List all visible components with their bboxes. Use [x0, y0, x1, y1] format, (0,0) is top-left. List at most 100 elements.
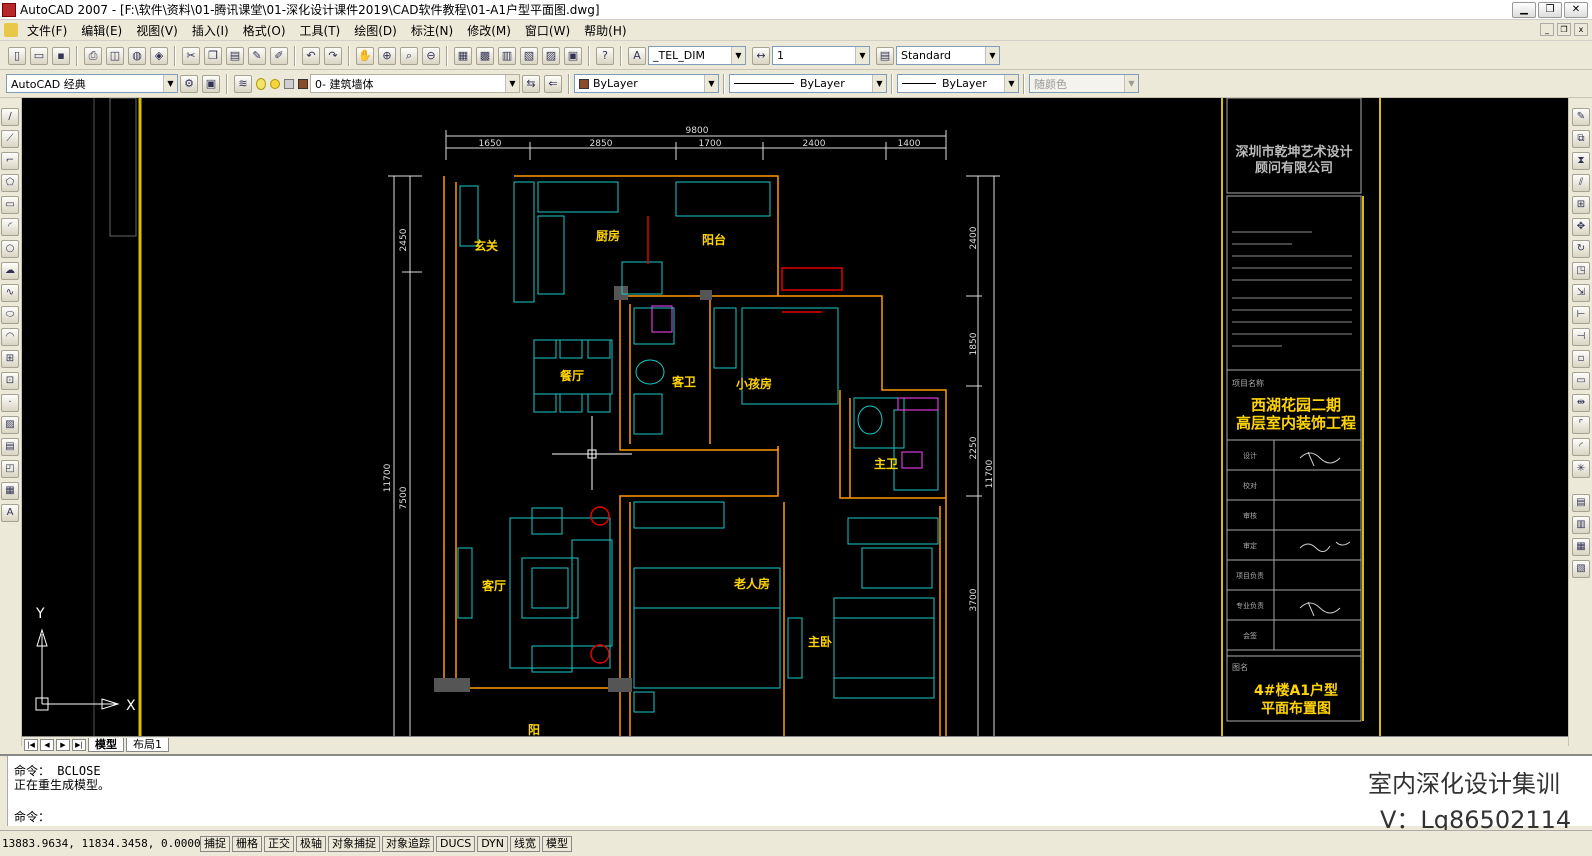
tool-palettes-icon[interactable]: ▥: [498, 46, 516, 65]
sheet-set-icon[interactable]: ▧: [520, 46, 538, 65]
zoom-previous-icon[interactable]: ⊖: [422, 46, 440, 65]
arc-icon[interactable]: ◜: [1, 218, 19, 236]
menu-draw[interactable]: 绘图(D): [347, 22, 404, 39]
menu-window[interactable]: 窗口(W): [518, 22, 577, 39]
menu-insert[interactable]: 插入(I): [185, 22, 236, 39]
stretch-icon[interactable]: ⇲: [1572, 284, 1590, 302]
undo-icon[interactable]: ↶: [302, 46, 320, 65]
maximize-button[interactable]: ❐: [1538, 2, 1562, 18]
rectangle-icon[interactable]: ▭: [1, 196, 19, 214]
polyline-icon[interactable]: ⌐: [1, 152, 19, 170]
revision-cloud-icon[interactable]: ☁: [1, 262, 19, 280]
color-select[interactable]: ByLayer ▼: [574, 74, 719, 93]
layer-lock-icon[interactable]: [284, 78, 294, 89]
save-icon[interactable]: ▪: [52, 46, 70, 65]
point-icon[interactable]: ·: [1, 394, 19, 412]
layer-previous-icon[interactable]: ⇐: [544, 74, 562, 93]
make-current-layer-icon[interactable]: ⇆: [522, 74, 540, 93]
print-icon[interactable]: ⎙: [84, 46, 102, 65]
draworder-icon[interactable]: ▤: [1572, 494, 1590, 512]
calculator-icon[interactable]: ▣: [564, 46, 582, 65]
extend-icon[interactable]: ⊣: [1572, 328, 1590, 346]
dim-scale-select[interactable]: 1 ▼: [772, 46, 870, 65]
trim-icon[interactable]: ⊢: [1572, 306, 1590, 324]
draworder-above-icon[interactable]: ▧: [1572, 560, 1590, 578]
tab-first-button[interactable]: |◀: [24, 738, 38, 751]
hatch-icon[interactable]: ▨: [1, 416, 19, 434]
insert-block-icon[interactable]: ⊞: [1, 350, 19, 368]
array-icon[interactable]: ⊞: [1572, 196, 1590, 214]
lineweight-select[interactable]: ByLayer ▼: [897, 74, 1019, 93]
ellipse-icon[interactable]: ⬭: [1, 306, 19, 324]
break-icon[interactable]: ▭: [1572, 372, 1590, 390]
print-preview-icon[interactable]: ◫: [106, 46, 124, 65]
zoom-realtime-icon[interactable]: ⊕: [378, 46, 396, 65]
document-icon[interactable]: [4, 23, 18, 37]
workspace-select[interactable]: AutoCAD 经典 ▼: [6, 74, 178, 93]
make-block-icon[interactable]: ⊡: [1, 372, 19, 390]
redo-icon[interactable]: ↷: [324, 46, 342, 65]
layer-manager-icon[interactable]: ≋: [234, 74, 252, 93]
dyn-toggle[interactable]: DYN: [477, 835, 509, 852]
text-style-select[interactable]: _TEL_DIM ▼: [648, 46, 746, 65]
paste-icon[interactable]: ▤: [226, 46, 244, 65]
copy-icon[interactable]: ❐: [204, 46, 222, 65]
draworder-front-icon[interactable]: ▥: [1572, 516, 1590, 534]
construction-line-icon[interactable]: ⟋: [1, 130, 19, 148]
copy-object-icon[interactable]: ⧉: [1572, 130, 1590, 148]
ellipse-arc-icon[interactable]: ◠: [1, 328, 19, 346]
dim-style-icon[interactable]: ↔: [752, 46, 770, 65]
move-icon[interactable]: ✥: [1572, 218, 1590, 236]
dim-style-select[interactable]: Standard ▼: [896, 46, 1000, 65]
open-file-icon[interactable]: ▭: [30, 46, 48, 65]
chamfer-icon[interactable]: ⌜: [1572, 416, 1590, 434]
region-icon[interactable]: ◰: [1, 460, 19, 478]
model-toggle[interactable]: 模型: [542, 835, 573, 852]
publish-icon[interactable]: ◍: [128, 46, 146, 65]
ortho-toggle[interactable]: 正交: [264, 835, 294, 852]
tab-layout1[interactable]: 布局1: [126, 737, 169, 752]
properties-icon[interactable]: ▦: [454, 46, 472, 65]
table-style-icon[interactable]: ▤: [876, 46, 894, 65]
polar-toggle[interactable]: 极轴: [296, 835, 326, 852]
design-center-icon[interactable]: ▩: [476, 46, 494, 65]
break-at-point-icon[interactable]: ▫: [1572, 350, 1590, 368]
fillet-icon[interactable]: ◜: [1572, 438, 1590, 456]
menu-tools[interactable]: 工具(T): [293, 22, 348, 39]
gradient-icon[interactable]: ▤: [1, 438, 19, 456]
layer-thaw-sun-icon[interactable]: [270, 78, 280, 89]
tab-last-button[interactable]: ▶|: [72, 738, 86, 751]
explode-icon[interactable]: ✳: [1572, 460, 1590, 478]
markup-icon[interactable]: ▨: [542, 46, 560, 65]
command-prompt[interactable]: 命令：: [14, 808, 50, 825]
command-window-handle[interactable]: [0, 756, 8, 826]
draworder-back-icon[interactable]: ▦: [1572, 538, 1590, 556]
text-style-icon[interactable]: A: [628, 46, 646, 65]
menu-dimension[interactable]: 标注(N): [404, 22, 460, 39]
osnap-toggle[interactable]: 对象捕捉: [328, 835, 380, 852]
mirror-icon[interactable]: ⧗: [1572, 152, 1590, 170]
tab-next-button[interactable]: ▶: [56, 738, 70, 751]
coordinate-display[interactable]: 13883.9634, 11834.3458, 0.0000: [0, 837, 201, 850]
match-properties-icon[interactable]: ✎: [248, 46, 266, 65]
pan-icon[interactable]: ✋: [356, 46, 374, 65]
scale-icon[interactable]: ◳: [1572, 262, 1590, 280]
grid-toggle[interactable]: 栅格: [232, 835, 262, 852]
polygon-icon[interactable]: ⬠: [1, 174, 19, 192]
menu-file[interactable]: 文件(F): [20, 22, 74, 39]
help-icon[interactable]: ?: [596, 46, 614, 65]
minimize-button[interactable]: ▁: [1512, 2, 1536, 18]
zoom-window-icon[interactable]: ⌕: [400, 46, 418, 65]
doc-close-button[interactable]: x: [1574, 23, 1588, 36]
offset-icon[interactable]: ⫽: [1572, 174, 1590, 192]
drawing-canvas[interactable]: 深圳市乾坤艺术设计 顾问有限公司 项目名称 西湖花园二期 高层室内装饰工程 设计…: [22, 98, 1568, 736]
workspace-save-icon[interactable]: ▣: [202, 74, 220, 93]
cut-icon[interactable]: ✂: [182, 46, 200, 65]
tab-model[interactable]: 模型: [88, 737, 124, 752]
spline-icon[interactable]: ∿: [1, 284, 19, 302]
multiline-text-icon[interactable]: A: [1, 504, 19, 522]
doc-minimize-button[interactable]: _: [1540, 23, 1554, 36]
line-icon[interactable]: /: [1, 108, 19, 126]
join-icon[interactable]: ⇹: [1572, 394, 1590, 412]
otrack-toggle[interactable]: 对象追踪: [382, 835, 434, 852]
